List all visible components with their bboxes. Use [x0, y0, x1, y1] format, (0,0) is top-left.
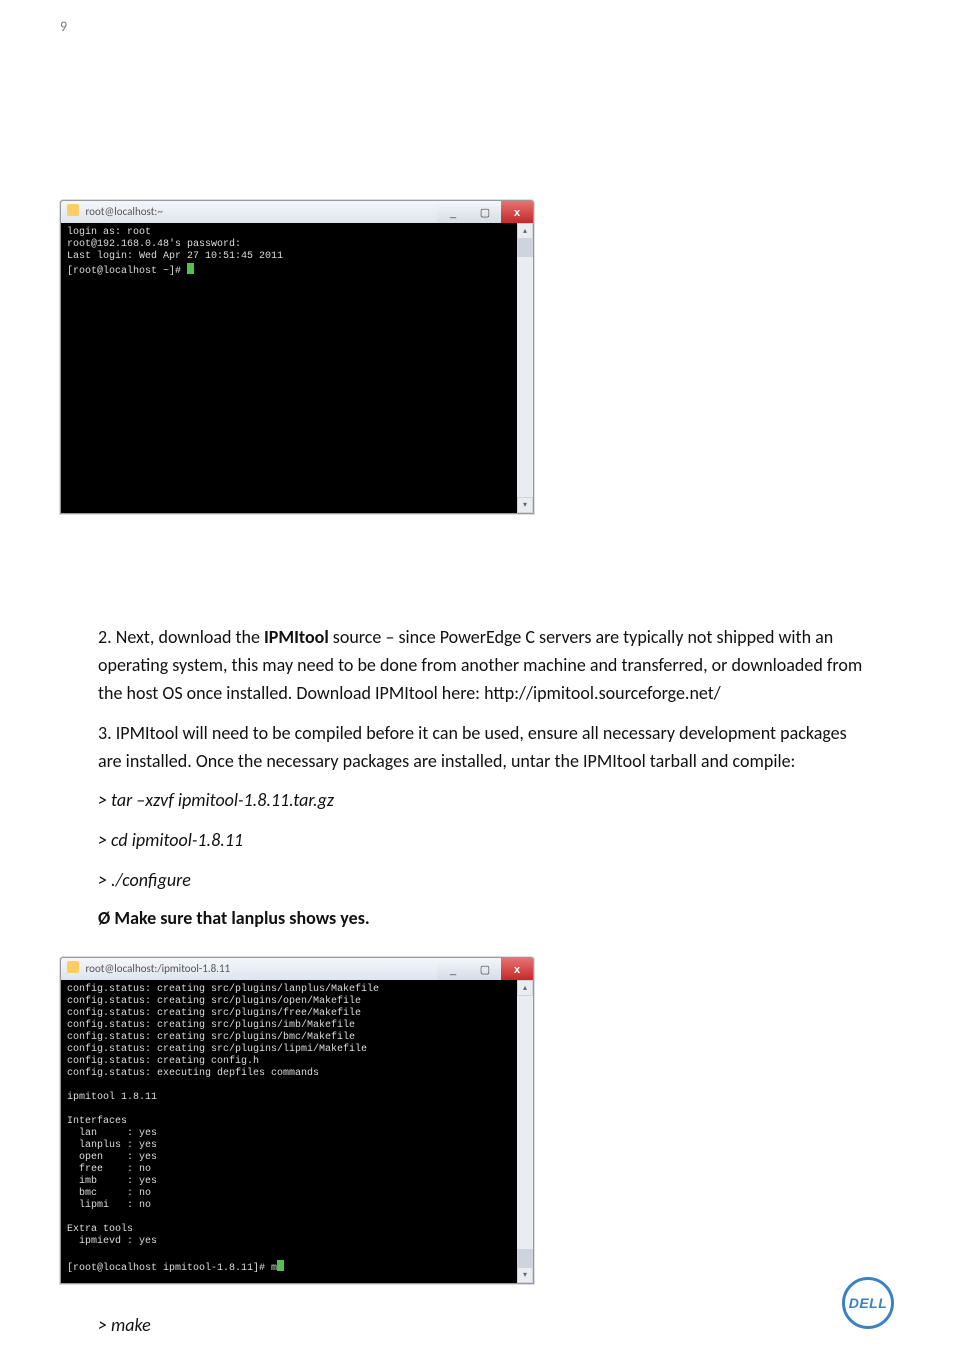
- maximize-button[interactable]: ▢: [469, 201, 501, 223]
- putty-icon: [67, 204, 79, 216]
- window-controls: _ ▢ x: [437, 201, 533, 223]
- terminal-line: lan : yes: [67, 1128, 157, 1139]
- terminal-line: bmc : no: [67, 1188, 151, 1199]
- scroll-down-button[interactable]: ▾: [517, 1267, 533, 1283]
- terminal-line: config.status: executing depfiles comman…: [67, 1068, 319, 1079]
- terminal-line: Interfaces: [67, 1116, 127, 1127]
- scrollbar[interactable]: ▴ ▾: [517, 223, 533, 513]
- terminal-line: config.status: creating config.h: [67, 1056, 259, 1067]
- step2-pre: Next, download the: [116, 626, 264, 648]
- terminal-cursor: [187, 263, 194, 274]
- terminal-line: login as: root: [67, 227, 151, 238]
- terminal-title: root@localhost:/ipmitool-1.8.11: [86, 962, 231, 975]
- note-lanplus: Ø Make sure that lanplus shows yes.: [98, 907, 894, 929]
- minimize-button[interactable]: _: [437, 201, 469, 223]
- terminal-line: imb : yes: [67, 1176, 157, 1187]
- putty-icon: [67, 961, 79, 973]
- terminal-line: config.status: creating src/plugins/bmc/…: [67, 1032, 355, 1043]
- minimize-button[interactable]: _: [437, 958, 469, 980]
- step2-label: 2.: [98, 626, 112, 648]
- scrollbar[interactable]: ▴ ▾: [517, 980, 533, 1283]
- note-text: Make sure that lanplus shows yes.: [110, 907, 369, 929]
- window-controls: _ ▢ x: [437, 958, 533, 980]
- step3-cmd-3: > ./configure: [98, 867, 874, 895]
- terminal-titlebar: root@localhost:~ _ ▢ x: [61, 201, 533, 223]
- step-3: 3. IPMItool will need to be compiled bef…: [98, 720, 874, 776]
- terminal-output-2[interactable]: config.status: creating src/plugins/lanp…: [61, 980, 517, 1283]
- dell-logo-text: DELL: [849, 1295, 888, 1311]
- step2-url: http://ipmitool.sourceforge.net/: [484, 682, 721, 704]
- close-button[interactable]: x: [501, 201, 533, 223]
- terminal-window-2: root@localhost:/ipmitool-1.8.11 _ ▢ x co…: [60, 957, 534, 1284]
- note-bullet: Ø: [98, 907, 110, 929]
- terminal-line: Extra tools: [67, 1224, 133, 1235]
- terminal-line: ipmitool 1.8.11: [67, 1092, 157, 1103]
- scroll-track[interactable]: [517, 996, 533, 1267]
- dell-logo: DELL: [842, 1277, 894, 1329]
- terminal-line: lanplus : yes: [67, 1140, 157, 1151]
- step3-cmd-2: > cd ipmitool-1.8.11: [98, 827, 874, 855]
- terminal-line: ipmievd : yes: [67, 1236, 157, 1247]
- step3-text: IPMItool will need to be compiled before…: [98, 722, 847, 772]
- step2-bold-ipmitool: IPMItool: [264, 626, 329, 648]
- scroll-up-button[interactable]: ▴: [517, 223, 533, 239]
- figure-putty-login: root@localhost:~ _ ▢ x login as: root ro…: [60, 200, 894, 514]
- step4-cmd: > make: [98, 1312, 874, 1340]
- terminal-line: config.status: creating src/plugins/free…: [67, 1008, 361, 1019]
- scroll-thumb[interactable]: [517, 239, 533, 257]
- step3-label: 3.: [98, 722, 112, 744]
- figure-configure-output: root@localhost:/ipmitool-1.8.11 _ ▢ x co…: [60, 957, 894, 1284]
- maximize-button[interactable]: ▢: [469, 958, 501, 980]
- terminal-line: open : yes: [67, 1152, 157, 1163]
- terminal-line: Last login: Wed Apr 27 10:51:45 2011: [67, 251, 283, 262]
- terminal-line: root@192.168.0.48's password:: [67, 239, 241, 250]
- terminal-line: config.status: creating src/plugins/lanp…: [67, 984, 379, 995]
- terminal-line: config.status: creating src/plugins/lipm…: [67, 1044, 367, 1055]
- terminal-line: lipmi : no: [67, 1200, 151, 1211]
- terminal-title: root@localhost:~: [86, 205, 163, 218]
- terminal-line: config.status: creating src/plugins/imb/…: [67, 1020, 355, 1031]
- step-2: 2. Next, download the IPMItool source – …: [98, 624, 874, 708]
- terminal-line: [root@localhost ~]#: [67, 266, 187, 277]
- terminal-line: [root@localhost ipmitool-1.8.11]# m: [67, 1263, 277, 1274]
- scroll-thumb[interactable]: [517, 1249, 533, 1267]
- scroll-up-button[interactable]: ▴: [517, 980, 533, 996]
- step3-cmd-1: > tar –xzvf ipmitool-1.8.11.tar.gz: [98, 787, 874, 815]
- terminal-window-1: root@localhost:~ _ ▢ x login as: root ro…: [60, 200, 534, 514]
- body-text: 2. Next, download the IPMItool source – …: [60, 624, 894, 929]
- terminal-line: free : no: [67, 1164, 151, 1175]
- terminal-titlebar: root@localhost:/ipmitool-1.8.11 _ ▢ x: [61, 958, 533, 980]
- scroll-down-button[interactable]: ▾: [517, 497, 533, 513]
- terminal-line: config.status: creating src/plugins/open…: [67, 996, 361, 1007]
- page-number: 9: [60, 18, 67, 35]
- scroll-track[interactable]: [517, 239, 533, 497]
- close-button[interactable]: x: [501, 958, 533, 980]
- terminal-output-1[interactable]: login as: root root@192.168.0.48's passw…: [61, 223, 517, 513]
- terminal-cursor: [277, 1260, 284, 1271]
